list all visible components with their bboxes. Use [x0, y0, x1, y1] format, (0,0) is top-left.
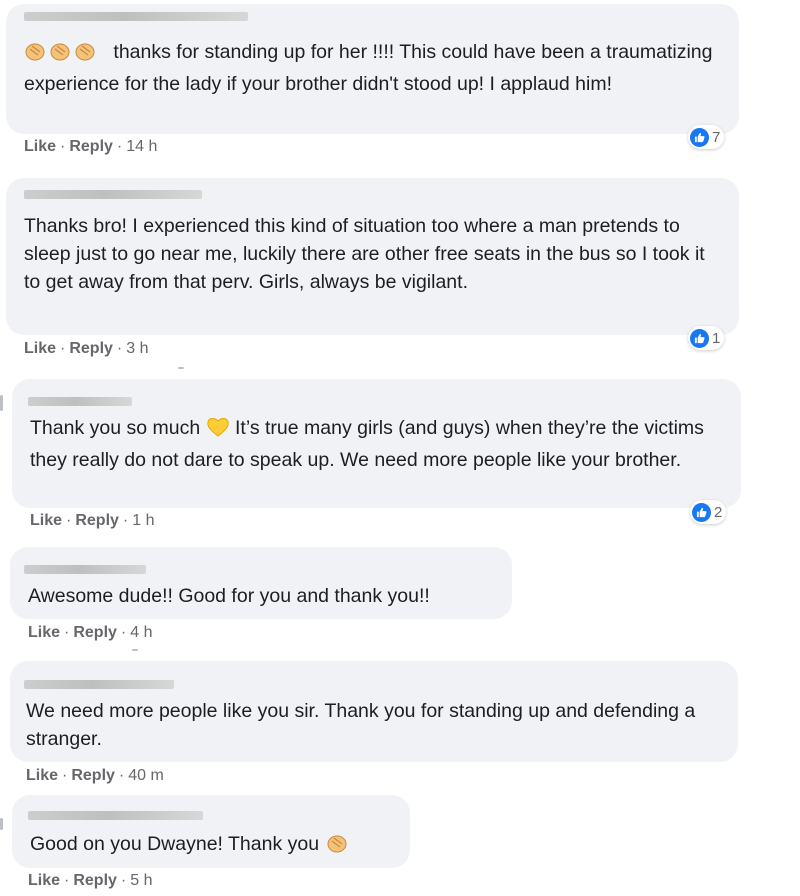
comment-text-after-emoji: thanks for standing up for her !!!! This…: [24, 41, 718, 95]
redacted-author-name[interactable]: [24, 565, 146, 574]
comment-actions: Like · Reply · 4 h: [28, 624, 153, 642]
like-button[interactable]: Like: [28, 624, 60, 641]
redacted-author-name[interactable]: [24, 12, 248, 21]
clapping-hands-icon: [325, 832, 349, 862]
reply-button[interactable]: Reply: [73, 872, 117, 889]
reaction-count-badge[interactable]: 7: [688, 125, 725, 149]
comment-text: thanks for standing up for her !!!! This…: [24, 38, 724, 98]
timestamp[interactable]: 5 h: [130, 872, 152, 889]
redacted-author-name[interactable]: [28, 397, 132, 406]
reaction-count-badge[interactable]: 1: [688, 326, 725, 350]
comment-text: Thank you so much It’s true many girls (…: [30, 414, 720, 474]
reply-button[interactable]: Reply: [75, 512, 119, 529]
like-button[interactable]: Like: [24, 340, 56, 357]
separator: ·: [60, 138, 66, 155]
comment-actions: Like · Reply · 5 h: [28, 872, 153, 890]
redacted-author-name[interactable]: [24, 190, 202, 199]
timestamp[interactable]: 40 m: [128, 767, 164, 784]
comment-text: Awesome dude!! Good for you and thank yo…: [28, 585, 430, 607]
like-button[interactable]: Like: [28, 872, 60, 889]
reply-button[interactable]: Reply: [69, 138, 113, 155]
separator: ·: [118, 767, 125, 784]
reaction-count: 1: [712, 329, 721, 347]
separator: ·: [64, 872, 70, 889]
reply-button[interactable]: Reply: [71, 767, 115, 784]
separator: ·: [64, 624, 70, 641]
comments-feed: thanks for standing up for her !!!! This…: [0, 0, 800, 896]
separator: ·: [120, 624, 127, 641]
yellow-heart-icon: [206, 416, 230, 446]
like-icon: [690, 127, 709, 147]
separator: ·: [66, 512, 72, 529]
separator: ·: [122, 512, 129, 529]
separator: ·: [62, 767, 68, 784]
like-button[interactable]: Like: [24, 138, 56, 155]
comment-actions: Like · Reply · 3 h: [24, 340, 149, 358]
reaction-count-badge[interactable]: 2: [690, 500, 727, 524]
clapping-hands-icon: [24, 40, 108, 70]
reaction-count: 7: [712, 128, 721, 146]
redacted-author-name[interactable]: [24, 680, 174, 689]
timestamp[interactable]: 1 h: [132, 512, 154, 529]
separator: ·: [116, 340, 123, 357]
comment-text-before-emoji: Good on you Dwayne! Thank you: [30, 833, 325, 855]
divider-mark: [132, 649, 138, 651]
thread-line: [0, 818, 3, 830]
separator: ·: [60, 340, 66, 357]
like-button[interactable]: Like: [30, 512, 62, 529]
comment-actions: Like · Reply · 40 m: [26, 767, 164, 785]
like-icon: [692, 502, 711, 522]
comment-text-before-emoji: Thank you so much: [30, 417, 206, 439]
like-button[interactable]: Like: [26, 767, 58, 784]
timestamp[interactable]: 3 h: [126, 340, 148, 357]
timestamp[interactable]: 4 h: [130, 624, 152, 641]
comment-actions: Like · Reply · 1 h: [30, 512, 155, 530]
redacted-author-name[interactable]: [28, 811, 203, 820]
comment-text: Thanks bro! I experienced this kind of s…: [24, 215, 711, 293]
comment-text: Good on you Dwayne! Thank you: [30, 830, 410, 862]
separator: ·: [120, 872, 127, 889]
separator: ·: [116, 138, 123, 155]
divider-mark: [178, 367, 184, 369]
comment-text: We need more people like you sir. Thank …: [26, 700, 701, 750]
reaction-count: 2: [714, 503, 723, 521]
comment-actions: Like · Reply · 14 h: [24, 138, 157, 156]
reply-button[interactable]: Reply: [69, 340, 113, 357]
reply-button[interactable]: Reply: [73, 624, 117, 641]
timestamp[interactable]: 14 h: [126, 138, 157, 155]
like-icon: [690, 328, 709, 348]
thread-line: [0, 395, 3, 411]
